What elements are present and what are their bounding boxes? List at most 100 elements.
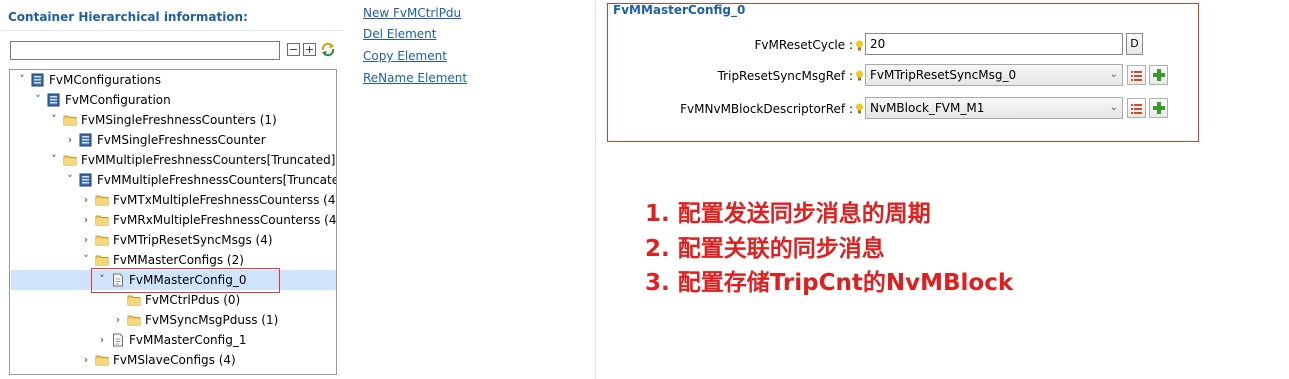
list-icon — [1131, 104, 1142, 114]
tree-item[interactable]: ˅ FvMMultipleFreshnessCounters[Truncated]… — [11, 150, 336, 170]
left-panel: Container Hierarchical information: − + … — [0, 0, 344, 379]
list-icon — [1131, 71, 1142, 81]
chevron-right-icon[interactable]: › — [81, 210, 91, 230]
note-line-3: 3. 配置存储TripCnt的NvMBlock — [645, 270, 1014, 296]
tree-item[interactable]: ˅ FvMMasterConfig_0 — [11, 270, 336, 290]
add-button[interactable] — [1149, 65, 1168, 85]
config-panel: FvMMasterConfig_0 FvMResetCycle : 20 D T… — [607, 3, 1199, 142]
chevron-right-icon[interactable]: › — [81, 190, 91, 210]
chevron-right-icon[interactable]: › — [65, 130, 75, 150]
tree-item[interactable]: › FvMTxMultipleFreshnessCounterss (4) — [11, 190, 336, 210]
folder-icon — [127, 313, 141, 327]
document-icon — [111, 273, 125, 287]
folder-icon — [95, 253, 109, 267]
plus-icon — [1153, 69, 1165, 81]
tree-item-label: FvMMultipleFreshnessCounters[Truncate — [97, 173, 337, 187]
chevron-down-icon[interactable]: ˅ — [49, 110, 59, 130]
plus-icon — [1153, 102, 1165, 114]
tree-item[interactable]: › FvMTripResetSyncMsgs (4) — [11, 230, 336, 250]
rename-element-link[interactable]: ReName Element — [363, 71, 467, 85]
divider — [0, 30, 344, 31]
del-element-link[interactable]: Del Element — [363, 27, 436, 41]
copy-element-link[interactable]: Copy Element — [363, 49, 447, 63]
nvm-block-ref-label: FvMNvMBlockDescriptorRef : — [680, 102, 853, 116]
tree-item-label: FvMSingleFreshnessCounters (1) — [81, 113, 277, 127]
tree-item-label: FvMSlaveConfigs (4) — [113, 353, 236, 367]
chevron-down-icon[interactable]: ˅ — [97, 270, 107, 290]
folder-icon — [95, 193, 109, 207]
tree-item-label: FvMSyncMsgPduss (1) — [145, 313, 279, 327]
chevron-down-icon[interactable]: ˅ — [49, 150, 59, 170]
tree-item-label: FvMConfiguration — [65, 93, 171, 107]
chevron-down-icon: ⌄ — [1109, 102, 1118, 113]
tree-item-label: FvMMasterConfigs (2) — [113, 253, 244, 267]
folder-icon — [95, 233, 109, 247]
tree-item-label: FvMSingleFreshnessCounter — [97, 133, 266, 147]
module-icon — [79, 133, 93, 147]
chevron-down-icon[interactable]: ˅ — [33, 90, 43, 110]
expand-all-button[interactable]: + — [303, 43, 316, 56]
new-ctrlpdu-link[interactable]: New FvMCtrlPdu — [363, 6, 461, 20]
tree-item[interactable]: ˅ FvMSingleFreshnessCounters (1) — [11, 110, 336, 130]
folder-icon — [95, 353, 109, 367]
panel-title: Container Hierarchical information: — [8, 10, 248, 24]
tree-item[interactable]: ˅ FvMMasterConfigs (2) — [11, 250, 336, 270]
tree-item-label: FvMConfigurations — [49, 73, 161, 87]
tree-item[interactable]: ˅ FvMConfigurations — [11, 70, 336, 90]
reset-cycle-label: FvMResetCycle : — [754, 38, 853, 52]
folder-icon — [63, 113, 77, 127]
container-tree[interactable]: ˅ FvMConfigurations ˅ FvMConfiguration ˅ FvMS… — [9, 69, 337, 375]
config-title: FvMMasterConfig_0 — [613, 3, 746, 17]
lightbulb-icon — [856, 70, 863, 81]
folder-icon — [63, 153, 77, 167]
chevron-right-icon[interactable]: › — [97, 330, 107, 350]
tree-item[interactable]: › FvMMasterConfig_1 — [11, 330, 336, 350]
sync-icon[interactable] — [320, 41, 336, 57]
tree-item-label: FvMMultipleFreshnessCounters[Truncated]s — [81, 153, 337, 167]
trip-reset-ref-value: FvMTripResetSyncMsg_0 — [870, 68, 1017, 82]
list-button[interactable] — [1127, 98, 1146, 118]
collapse-all-button[interactable]: − — [287, 43, 300, 56]
tree-item[interactable]: ˅ FvMConfiguration — [11, 90, 336, 110]
default-button[interactable]: D — [1126, 33, 1143, 55]
chevron-right-icon[interactable]: › — [113, 310, 123, 330]
tree-item[interactable]: › FvMSlaveConfigs (4) — [11, 350, 336, 370]
trip-reset-ref-label: TripResetSyncMsgRef : — [717, 69, 853, 83]
lightbulb-icon — [856, 40, 863, 51]
trip-reset-ref-select[interactable]: FvMTripResetSyncMsg_0 ⌄ — [865, 64, 1123, 86]
note-line-1: 1. 配置发送同步消息的周期 — [645, 201, 931, 227]
tree-item[interactable]: › FvMRxMultipleFreshnessCounterss (4) — [11, 210, 336, 230]
chevron-down-icon[interactable]: ˅ — [81, 250, 91, 270]
tree-item-label: FvMTxMultipleFreshnessCounterss (4) — [113, 193, 337, 207]
folder-icon — [127, 293, 141, 307]
panel-divider — [595, 0, 596, 379]
chevron-down-icon: ⌄ — [1109, 69, 1118, 80]
nvm-block-ref-value: NvMBlock_FVM_M1 — [870, 101, 985, 115]
chevron-right-icon[interactable]: › — [81, 230, 91, 250]
reset-cycle-input[interactable]: 20 — [865, 33, 1123, 55]
module-icon — [47, 93, 61, 107]
tree-item[interactable]: › FvMSingleFreshnessCounter — [11, 130, 336, 150]
add-button[interactable] — [1149, 98, 1168, 118]
tree-item-label: FvMMasterConfig_0 — [129, 273, 247, 287]
tree-item-label: FvMRxMultipleFreshnessCounterss (4) — [113, 213, 337, 227]
tree-item-label: FvMTripResetSyncMsgs (4) — [113, 233, 273, 247]
tree-item[interactable]: ˅ FvMMultipleFreshnessCounters[Truncate — [11, 170, 336, 190]
nvm-block-ref-select[interactable]: NvMBlock_FVM_M1 ⌄ — [865, 97, 1123, 119]
tree-item-label: FvMMasterConfig_1 — [129, 333, 247, 347]
module-icon — [31, 73, 45, 87]
search-input[interactable] — [10, 41, 280, 60]
chevron-down-icon[interactable]: ˅ — [17, 70, 27, 90]
note-line-2: 2. 配置关联的同步消息 — [645, 236, 885, 262]
tree-item-label: FvMCtrlPdus (0) — [145, 293, 241, 307]
lightbulb-icon — [856, 103, 863, 114]
tree-item[interactable]: › FvMSyncMsgPduss (1) — [11, 310, 336, 330]
list-button[interactable] — [1127, 65, 1146, 85]
document-icon — [111, 333, 125, 347]
chevron-down-icon[interactable]: ˅ — [65, 170, 75, 190]
chevron-right-icon[interactable]: › — [81, 350, 91, 370]
tree-item[interactable]: FvMCtrlPdus (0) — [11, 290, 336, 310]
module-icon — [79, 173, 93, 187]
folder-icon — [95, 213, 109, 227]
